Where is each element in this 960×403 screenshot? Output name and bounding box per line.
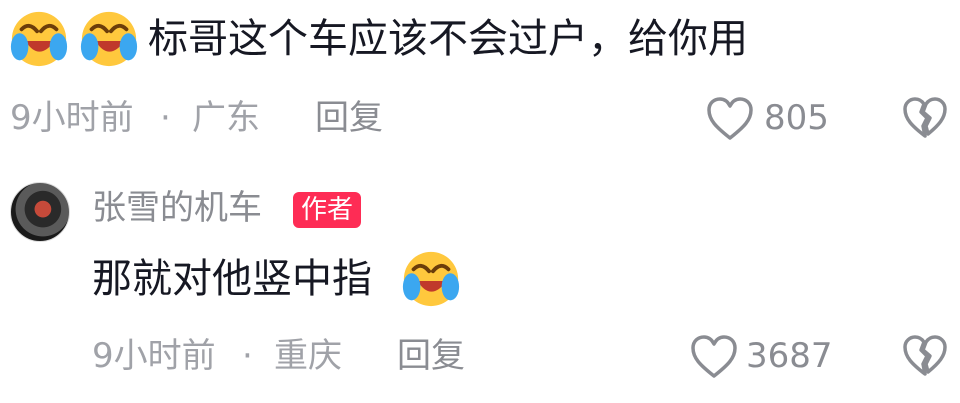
comment-time: 9小时前 <box>10 98 134 138</box>
like-count: 805 <box>764 98 829 138</box>
dislike-button[interactable] <box>902 96 948 140</box>
crying-laughing-emoji-icon <box>80 11 138 67</box>
heart-icon <box>691 335 737 378</box>
like-button[interactable] <box>706 96 754 142</box>
author-badge: 作者 <box>293 192 362 228</box>
heart-icon <box>707 97 753 140</box>
broken-heart-icon <box>903 97 947 138</box>
crying-laughing-emoji-icon <box>402 251 460 307</box>
comment-time: 9小时前 <box>92 336 216 376</box>
comment-text: 那就对他竖中指 <box>92 256 372 302</box>
username[interactable]: 张雪的机车 <box>92 188 262 228</box>
avatar[interactable] <box>10 182 70 242</box>
like-button[interactable] <box>690 334 738 380</box>
meta-separator: · <box>160 98 171 138</box>
reply-button[interactable]: 回复 <box>397 336 465 376</box>
comment-location: 广东 <box>192 98 260 138</box>
meta-separator: · <box>242 336 253 376</box>
reply-button[interactable]: 回复 <box>315 98 383 138</box>
crying-laughing-emoji-icon <box>10 11 68 67</box>
comment-location: 重庆 <box>274 336 342 376</box>
like-count: 3687 <box>746 336 833 376</box>
dislike-button[interactable] <box>902 334 948 378</box>
comment-text: 标哥这个车应该不会过户，给你用 <box>148 16 748 62</box>
broken-heart-icon <box>903 335 947 376</box>
